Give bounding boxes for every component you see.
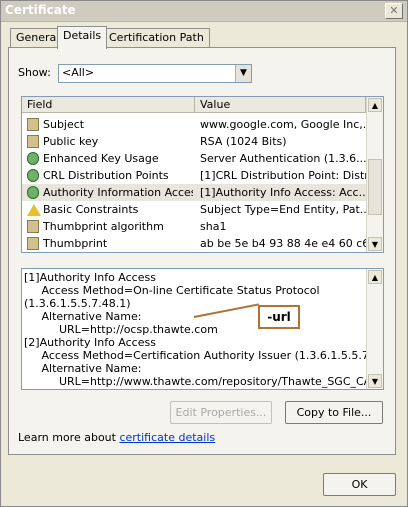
- detail-line: [1]Authority Info Access: [24, 271, 156, 284]
- title-bar[interactable]: Certificate ✕: [1, 1, 407, 22]
- table-row-selected[interactable]: Authority Information Access [1]Authorit…: [22, 184, 366, 201]
- field-name: Public key: [43, 135, 99, 148]
- table-row[interactable]: Enhanced Key Usage Server Authentication…: [22, 150, 366, 167]
- learn-more-text: Learn more about certificate details: [18, 431, 215, 444]
- fields-list-scrollbar[interactable]: ▲ ▼: [366, 97, 383, 252]
- table-row[interactable]: Basic Constraints Subject Type=End Entit…: [22, 201, 366, 218]
- detail-line: URL=http://ocsp.thawte.com: [24, 323, 218, 336]
- detail-line: [2]Authority Info Access: [24, 336, 156, 349]
- field-value: [1]CRL Distribution Point: Distr...: [200, 169, 366, 182]
- table-row[interactable]: Subject www.google.com, Google Inc,...: [22, 116, 366, 133]
- learn-more-prefix: Learn more about: [18, 431, 120, 444]
- scroll-up-icon[interactable]: ▲: [368, 270, 382, 284]
- table-row[interactable]: CRL Distribution Points [1]CRL Distribut…: [22, 167, 366, 184]
- show-label: Show:: [18, 66, 51, 79]
- annotation-label: -url: [258, 305, 300, 329]
- scroll-down-icon[interactable]: ▼: [368, 237, 382, 251]
- field-value: Server Authentication (1.3.6....: [200, 152, 366, 165]
- field-value: sha1: [200, 220, 227, 233]
- column-header-field[interactable]: Field: [22, 97, 195, 113]
- field-name: Authority Information Access: [43, 186, 193, 199]
- scroll-up-icon[interactable]: ▲: [368, 98, 382, 112]
- certificate-details-link[interactable]: certificate details: [119, 431, 215, 444]
- copy-to-file-button[interactable]: Copy to File...: [285, 401, 383, 424]
- close-icon[interactable]: ✕: [385, 3, 403, 19]
- field-name: CRL Distribution Points: [43, 169, 169, 182]
- detail-scrollbar[interactable]: ▲ ▼: [366, 269, 383, 389]
- field-value: Subject Type=End Entity, Pat...: [200, 203, 366, 216]
- detail-line: (1.3.6.1.5.5.7.48.1): [24, 297, 131, 310]
- scroll-thumb[interactable]: [368, 159, 382, 215]
- window-title: Certificate: [5, 3, 76, 17]
- show-select[interactable]: <All> ▼: [58, 64, 252, 83]
- certificate-field-icon: [27, 237, 39, 250]
- show-select-value: <All>: [62, 66, 95, 79]
- field-detail-text[interactable]: [1]Authority Info Access Access Method=O…: [21, 268, 384, 390]
- table-row[interactable]: Thumbprint algorithm sha1: [22, 218, 366, 235]
- warning-icon: [27, 204, 41, 216]
- extension-icon: [27, 186, 39, 199]
- field-value: www.google.com, Google Inc,...: [200, 118, 366, 131]
- edit-properties-button[interactable]: Edit Properties...: [170, 401, 272, 424]
- field-value: ab be 5e b4 93 88 4e e4 60 c6...: [200, 237, 366, 250]
- field-name: Thumbprint: [43, 237, 108, 250]
- detail-line: Access Method=Certification Authority Is…: [24, 349, 384, 362]
- tab-certification-path[interactable]: Certification Path: [103, 28, 210, 47]
- certificate-field-icon: [27, 135, 39, 148]
- extension-icon: [27, 152, 39, 165]
- field-value: [1]Authority Info Access: Acc...: [200, 186, 366, 199]
- ok-button[interactable]: OK: [323, 473, 396, 496]
- field-name: Basic Constraints: [43, 203, 139, 216]
- tab-details[interactable]: Details: [57, 26, 108, 49]
- field-name: Enhanced Key Usage: [43, 152, 159, 165]
- field-name: Thumbprint algorithm: [43, 220, 164, 233]
- fields-list[interactable]: Field Value Subject www.google.com, Goog…: [21, 96, 384, 253]
- certificate-field-icon: [27, 220, 39, 233]
- field-value: RSA (1024 Bits): [200, 135, 287, 148]
- certificate-field-icon: [27, 118, 39, 131]
- column-header-value[interactable]: Value: [195, 97, 366, 113]
- table-row[interactable]: Public key RSA (1024 Bits): [22, 133, 366, 150]
- extension-icon: [27, 169, 39, 182]
- detail-line: Alternative Name:: [24, 362, 142, 375]
- table-row[interactable]: Thumbprint ab be 5e b4 93 88 4e e4 60 c6…: [22, 235, 366, 252]
- detail-line: Access Method=On-line Certificate Status…: [24, 284, 320, 297]
- chevron-down-icon[interactable]: ▼: [235, 65, 251, 82]
- field-name: Subject: [43, 118, 85, 131]
- scroll-down-icon[interactable]: ▼: [368, 374, 382, 388]
- detail-line: Alternative Name:: [24, 310, 142, 323]
- detail-line: URL=http://www.thawte.com/repository/Tha…: [24, 375, 384, 388]
